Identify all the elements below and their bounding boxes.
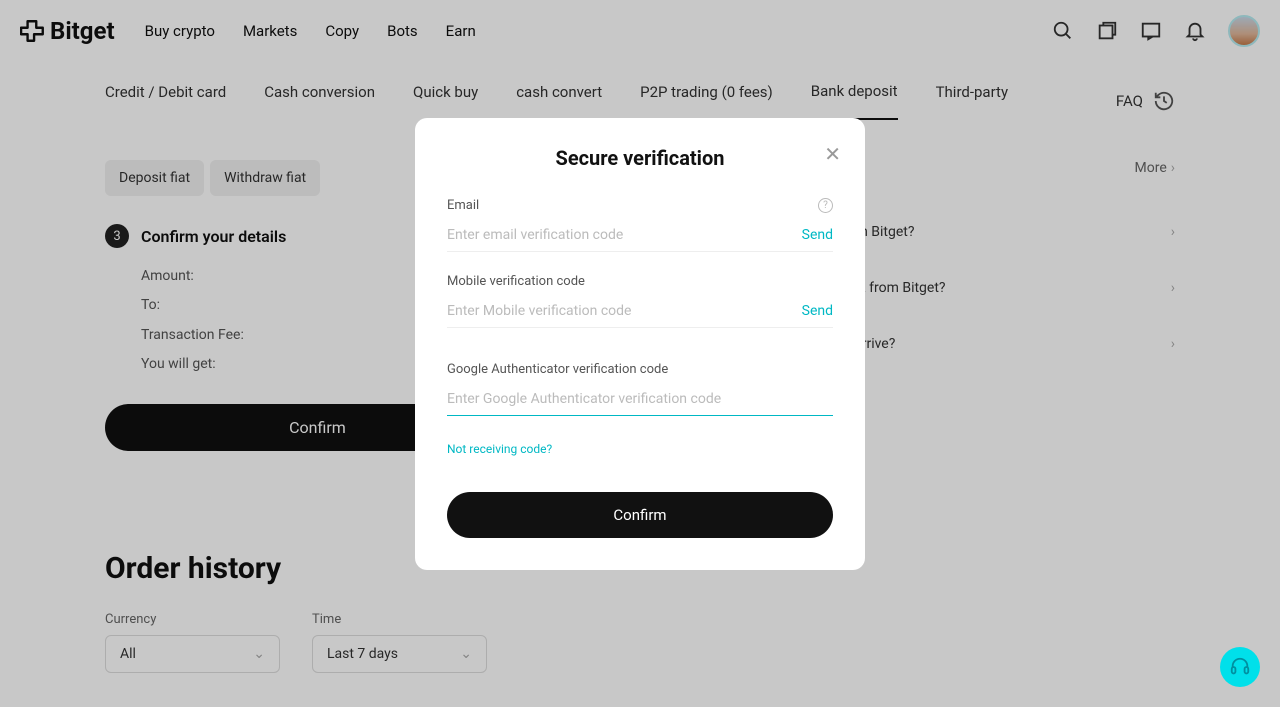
modal-title: Secure verification bbox=[447, 146, 833, 170]
support-fab[interactable] bbox=[1220, 647, 1260, 687]
send-email-code-button[interactable]: Send bbox=[802, 227, 833, 243]
help-icon[interactable]: ? bbox=[818, 198, 833, 213]
modal-overlay: ✕ Secure verification Email ? Send Mobil… bbox=[0, 0, 1280, 707]
mobile-label: Mobile verification code bbox=[447, 274, 585, 289]
email-code-input[interactable] bbox=[447, 227, 802, 243]
email-label: Email bbox=[447, 198, 479, 213]
verification-modal: ✕ Secure verification Email ? Send Mobil… bbox=[415, 118, 865, 570]
headset-icon bbox=[1229, 656, 1251, 678]
send-mobile-code-button[interactable]: Send bbox=[802, 303, 833, 319]
close-icon[interactable]: ✕ bbox=[824, 142, 841, 166]
not-receiving-link[interactable]: Not receiving code? bbox=[447, 442, 552, 456]
modal-confirm-button[interactable]: Confirm bbox=[447, 492, 833, 538]
ga-code-input[interactable] bbox=[447, 391, 833, 407]
ga-label: Google Authenticator verification code bbox=[447, 362, 668, 377]
mobile-code-input[interactable] bbox=[447, 303, 802, 319]
